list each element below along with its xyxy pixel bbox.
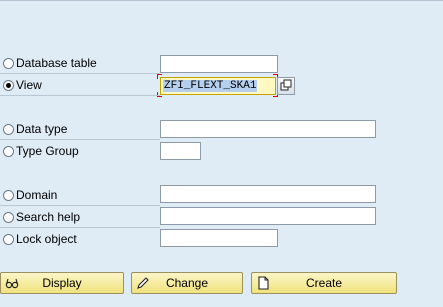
domain-input[interactable]	[160, 185, 376, 203]
value-help-button[interactable]	[277, 77, 295, 95]
data-type-input[interactable]	[160, 120, 376, 138]
domain-radio[interactable]	[3, 190, 14, 201]
create-button[interactable]: Create	[251, 272, 397, 294]
create-button-label: Create	[305, 276, 343, 290]
search-help-label: Search help	[16, 210, 81, 224]
type-group-label: Type Group	[16, 144, 79, 158]
domain-label: Domain	[16, 188, 58, 202]
view-radio[interactable]	[3, 80, 14, 91]
focus-marker	[157, 74, 162, 79]
row-domain: Domain	[0, 185, 443, 207]
change-button[interactable]: Change	[131, 272, 243, 294]
row-divider	[0, 227, 160, 228]
search-help-radio[interactable]	[3, 212, 14, 223]
top-divider	[0, 0, 443, 1]
row-divider	[0, 139, 160, 140]
change-button-label: Change	[165, 276, 209, 290]
row-view: View ZFI_FLEXT_SKA1	[0, 74, 443, 97]
row-divider	[0, 95, 160, 96]
view-input-value: ZFI_FLEXT_SKA1	[163, 80, 258, 92]
data-type-radio[interactable]	[3, 124, 14, 135]
search-help-input[interactable]	[160, 207, 376, 225]
view-label: View	[16, 78, 42, 92]
row-search-help: Search help	[0, 207, 443, 229]
display-button[interactable]: Display	[0, 272, 124, 294]
row-divider	[0, 73, 160, 74]
row-lock-object: Lock object	[0, 229, 443, 251]
database-table-label: Database table	[16, 56, 97, 70]
type-group-radio[interactable]	[3, 146, 14, 157]
view-input[interactable]: ZFI_FLEXT_SKA1	[160, 77, 276, 95]
row-database-table: Database table	[0, 53, 443, 75]
display-button-label: Display	[42, 276, 82, 290]
database-table-radio[interactable]	[3, 58, 14, 69]
row-divider	[0, 205, 160, 206]
type-group-input[interactable]	[160, 142, 201, 160]
row-type-group: Type Group	[0, 141, 443, 163]
lock-object-input[interactable]	[160, 229, 278, 247]
lock-object-label: Lock object	[16, 232, 77, 246]
database-table-input[interactable]	[160, 55, 278, 73]
value-help-icon	[280, 79, 292, 91]
data-type-label: Data type	[16, 122, 68, 136]
lock-object-radio[interactable]	[3, 234, 14, 245]
row-data-type: Data type	[0, 119, 443, 141]
